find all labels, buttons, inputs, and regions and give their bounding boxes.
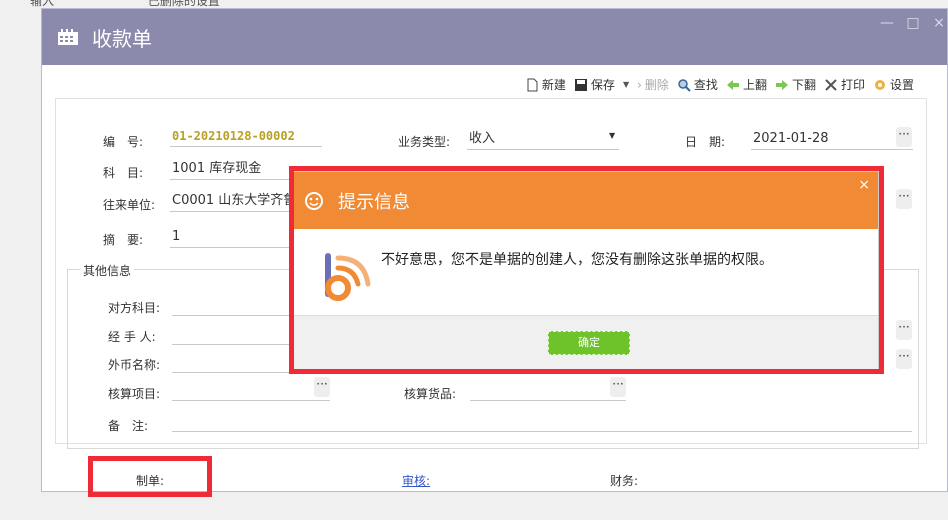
calendar-icon (58, 29, 78, 45)
handler-label: 经 手 人: (108, 330, 156, 344)
new-button-label: 新建 (541, 78, 566, 92)
save-button-label: 保存 (590, 78, 615, 92)
currency-label: 外币名称: (108, 358, 161, 372)
new-button[interactable]: 新建 (525, 76, 566, 93)
settings-button-label: 设置 (889, 78, 914, 92)
date-label: 日 期: (685, 135, 726, 149)
partner-label: 往来单位: (103, 198, 156, 212)
previous-button[interactable]: 上翻 (726, 76, 767, 93)
window-titlebar[interactable]: 收款单 — □ × (42, 9, 947, 65)
background-right-text: 已删除的设置 (147, 0, 220, 8)
magnifier-icon (678, 78, 691, 92)
maker-highlight (88, 456, 212, 497)
account-goods-picker-button[interactable]: ··· (610, 377, 626, 397)
find-button-label: 查找 (693, 78, 718, 92)
subject-label: 科 目: (103, 166, 144, 180)
next-button-label: 下翻 (791, 78, 816, 92)
minimize-button[interactable]: — (879, 15, 895, 31)
background-left-text: 输入 (30, 0, 55, 8)
currency-field[interactable] (172, 353, 292, 373)
summary-label: 摘 要: (103, 233, 144, 247)
other-info-legend: 其他信息 (80, 262, 135, 279)
biztype-label: 业务类型: (398, 135, 451, 149)
account-goods-label: 核算货品: (404, 387, 457, 401)
date-picker-button[interactable]: ··· (896, 127, 912, 147)
chevron-right-icon: › (637, 77, 642, 92)
date-field[interactable]: 2021-01-28 (751, 130, 913, 150)
counter-subject-field[interactable] (172, 296, 292, 316)
account-goods-field[interactable] (470, 381, 626, 401)
previous-button-label: 上翻 (742, 78, 767, 92)
counter-subject-label: 对方科目: (108, 301, 161, 315)
next-button[interactable]: 下翻 (775, 76, 816, 93)
arrow-right-icon (775, 79, 788, 90)
print-button-label: 打印 (840, 78, 865, 92)
handler-picker-button[interactable]: ··· (896, 320, 912, 340)
remark-label: 备 注: (108, 419, 149, 433)
handler-field[interactable] (172, 325, 292, 345)
number-label: 编 号: (103, 135, 144, 149)
toolbar: 新建 保存 ▼ › 删除 查找 上翻 下翻 打印 设置 (525, 76, 914, 93)
currency-picker-button[interactable]: ··· (896, 349, 912, 369)
finance-label: 财务: (610, 474, 639, 488)
partner-picker-button[interactable]: ··· (896, 189, 912, 209)
tools-icon (825, 78, 837, 91)
summary-field[interactable]: 1 (170, 228, 292, 248)
account-item-field[interactable] (172, 381, 330, 401)
delete-button-label: 删除 (644, 78, 669, 92)
partner-field[interactable]: C0001 山东大学齐鲁 (170, 192, 292, 212)
window-title: 收款单 (92, 26, 152, 51)
remark-field[interactable] (172, 412, 912, 432)
arrow-left-icon (726, 79, 739, 90)
print-button[interactable]: 打印 (824, 76, 865, 93)
settings-button[interactable]: 设置 (873, 76, 914, 93)
save-button[interactable]: 保存 (574, 76, 615, 93)
account-item-picker-button[interactable]: ··· (314, 377, 330, 397)
number-field[interactable]: 01-20210128-00002 (170, 127, 322, 147)
maximize-button[interactable]: □ (905, 15, 921, 31)
biztype-select[interactable]: 收入 (467, 130, 619, 150)
caret-down-icon[interactable]: ▼ (609, 131, 615, 140)
account-item-label: 核算项目: (108, 387, 161, 401)
delete-button[interactable]: › 删除 (637, 76, 669, 93)
dialog-highlight (289, 166, 884, 374)
gear-icon (874, 79, 885, 90)
close-window-button[interactable]: × (931, 15, 947, 31)
audit-link[interactable]: 审核: (402, 472, 430, 489)
find-button[interactable]: 查找 (677, 76, 718, 93)
save-dropdown-icon[interactable]: ▼ (623, 80, 629, 89)
floppy-disk-icon (574, 78, 587, 91)
new-document-icon (527, 78, 538, 91)
